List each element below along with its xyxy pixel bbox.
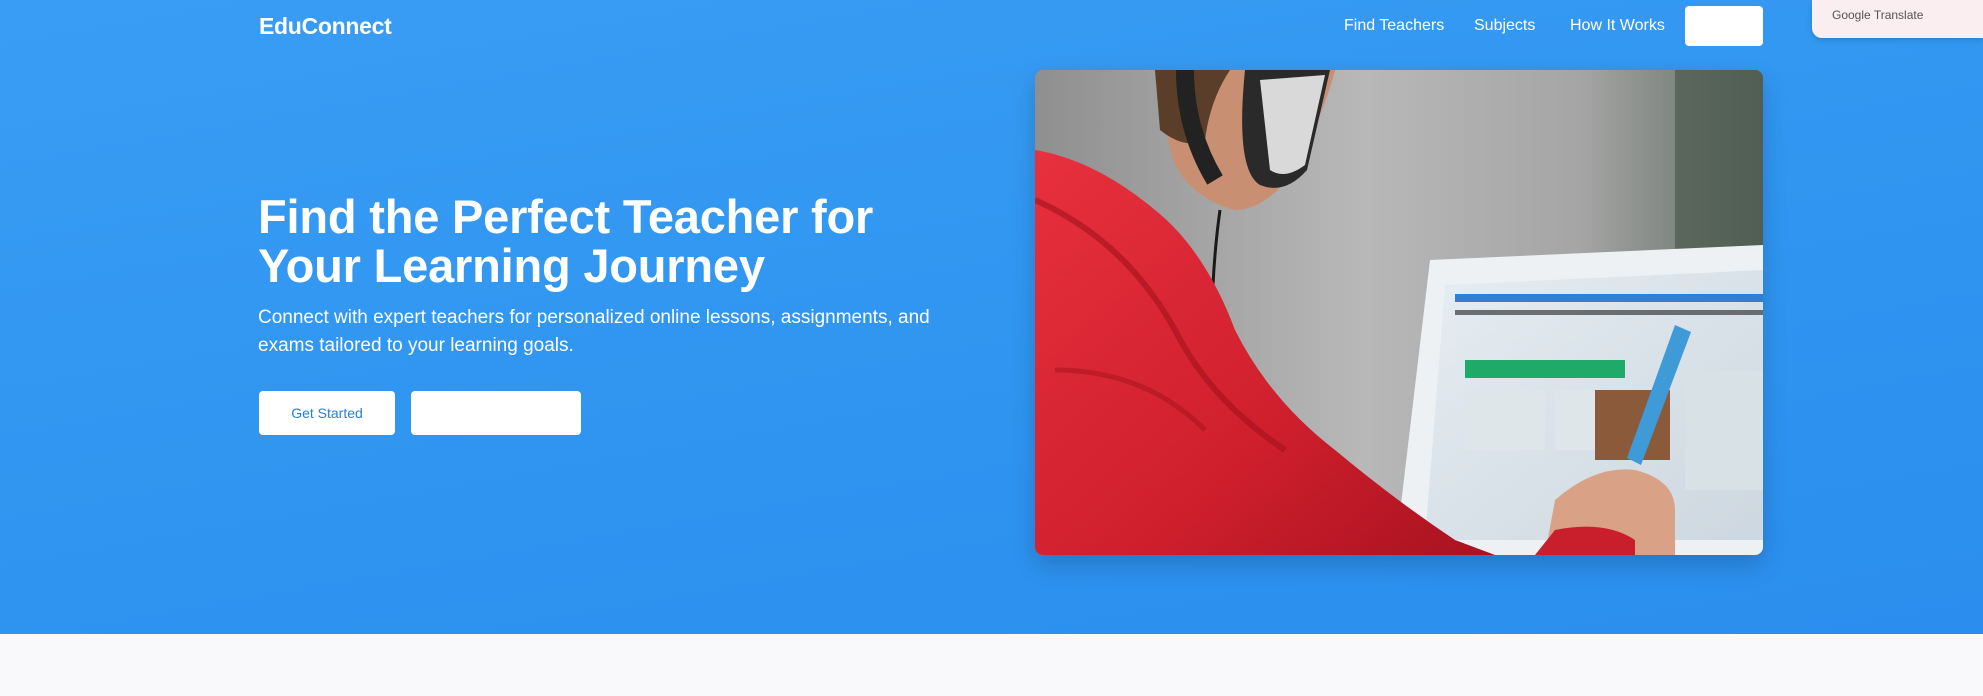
nav-how-it-works[interactable]: How It Works [1570,17,1665,35]
get-started-button[interactable]: Get Started [259,391,395,435]
hero-headline: Find the Perfect Teacher for Your Learni… [258,192,978,290]
hero-section: EduConnect Find Teachers Subjects How It… [0,0,1983,634]
hero-photo-student-laptop [1035,70,1763,555]
nav-find-teachers[interactable]: Find Teachers [1344,17,1444,35]
google-translate-widget[interactable]: Google Translate [1812,0,1983,38]
brand-logo[interactable]: EduConnect [259,13,392,40]
google-translate-label: Google Translate [1832,8,1924,22]
header-cta-button[interactable] [1685,6,1763,46]
hero-headline-line-2: Your Learning Journey [258,239,765,292]
hero-headline-line-1: Find the Perfect Teacher for [258,190,874,243]
nav-subjects[interactable]: Subjects [1474,17,1535,35]
secondary-hero-button[interactable] [411,391,581,435]
hero-subtitle: Connect with expert teachers for persona… [258,307,930,356]
next-section [0,634,1983,696]
